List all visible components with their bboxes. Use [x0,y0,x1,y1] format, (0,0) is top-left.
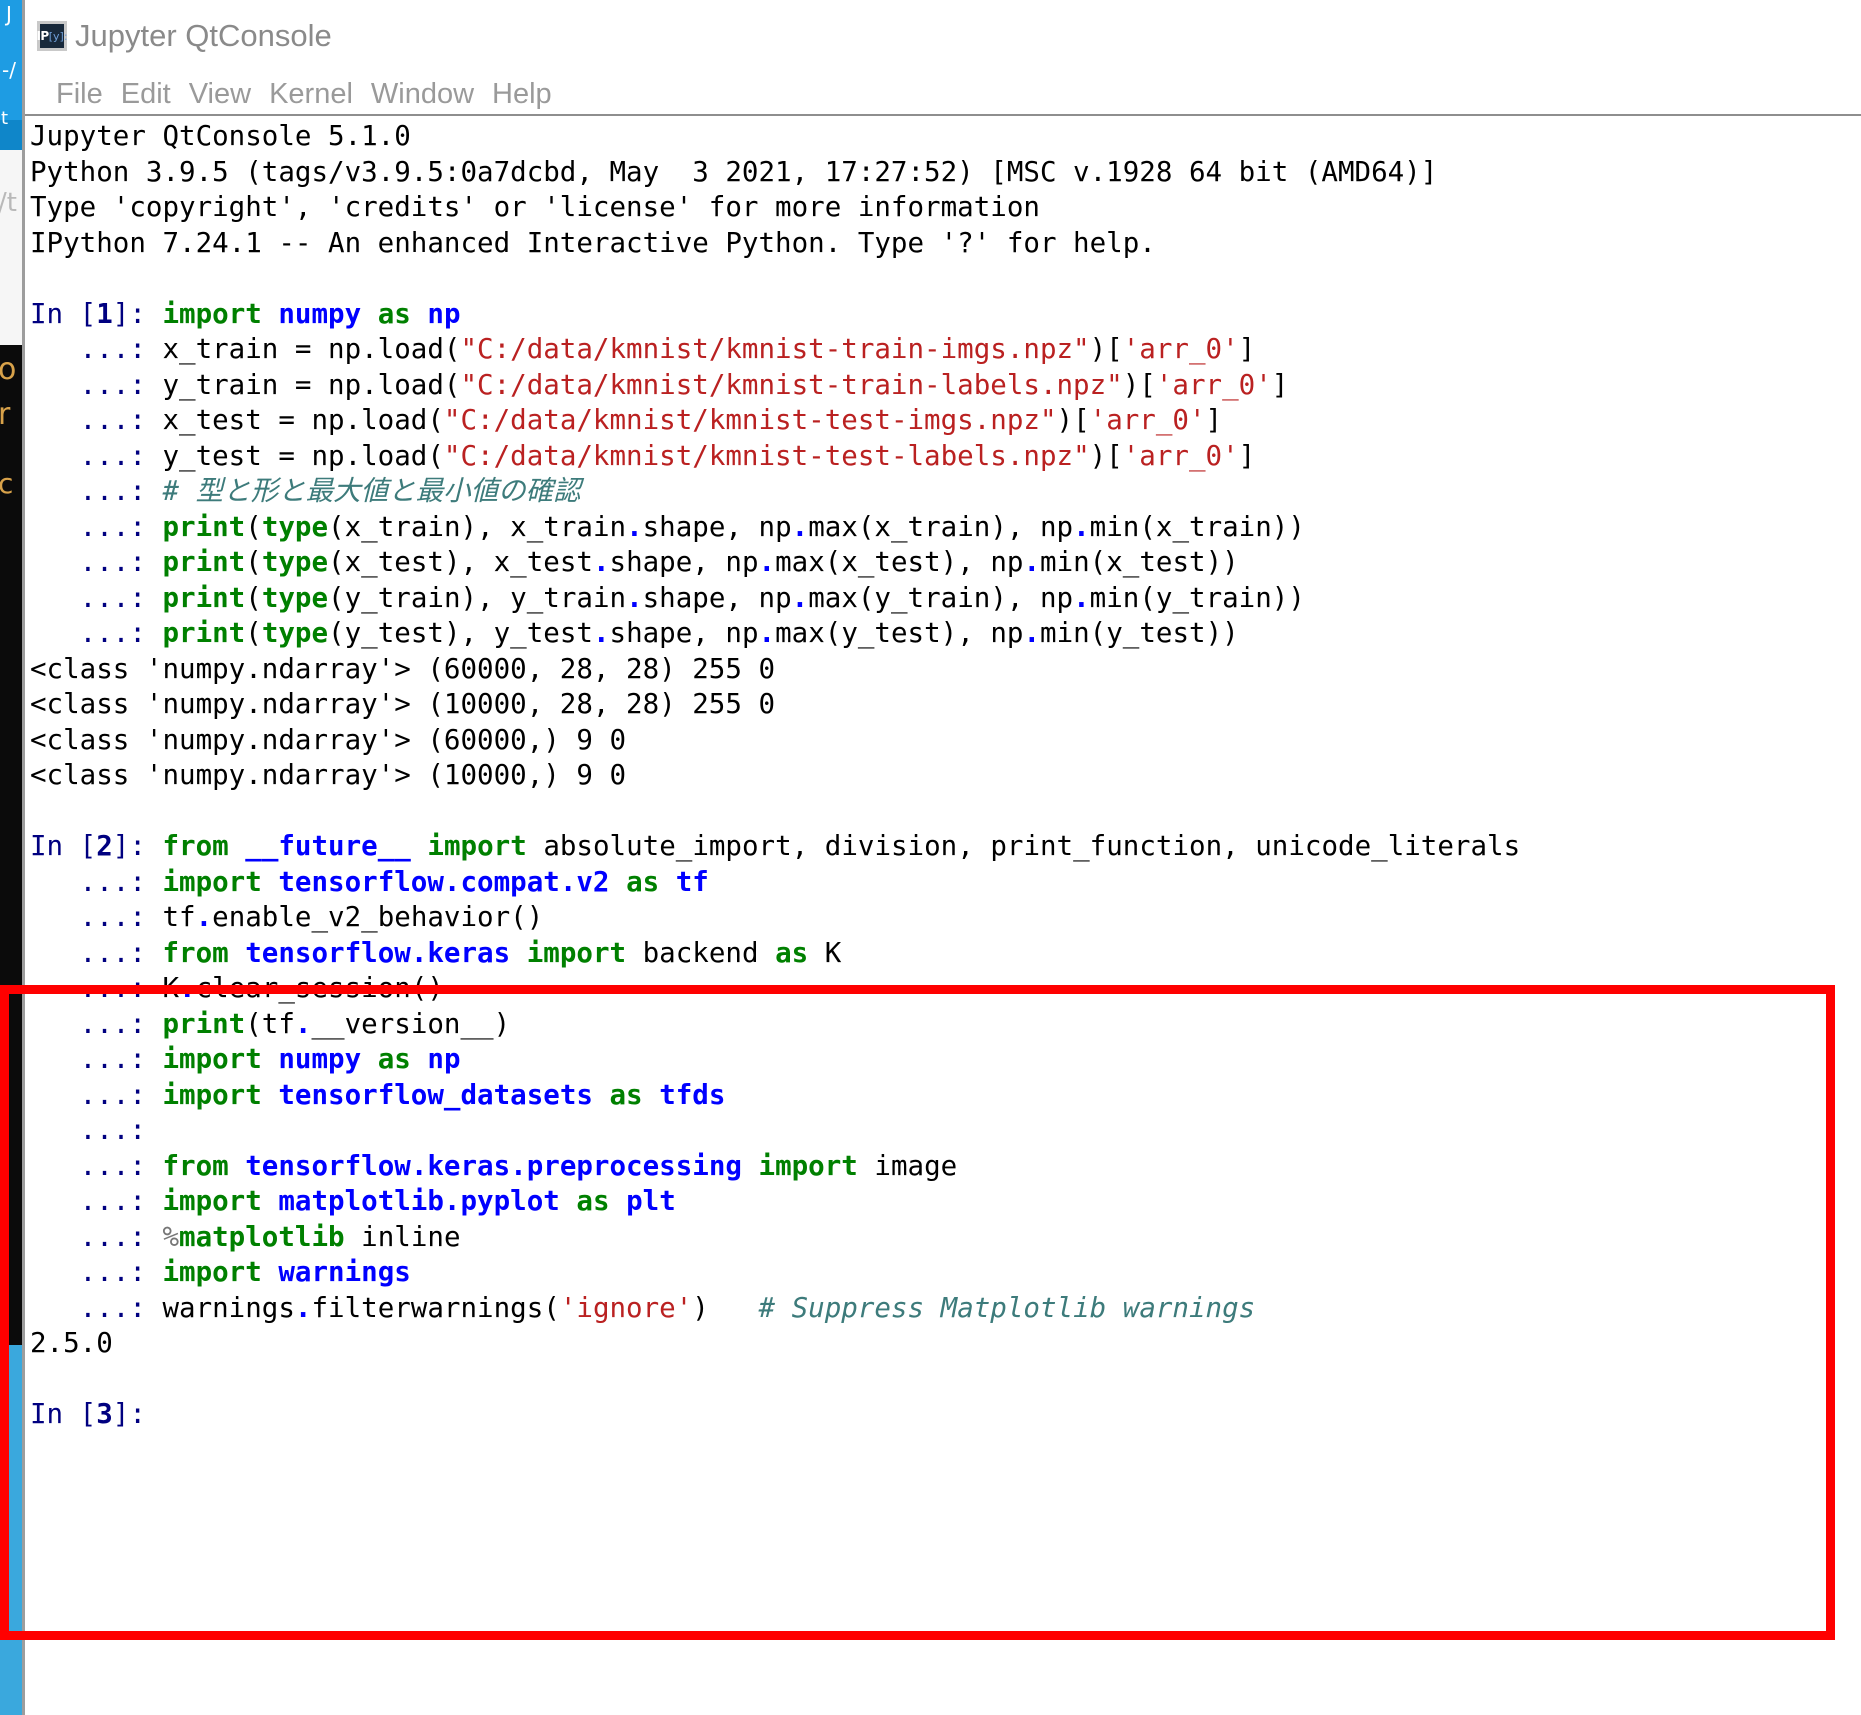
menubar: File Edit View Kernel Window Help [25,72,1861,116]
prompt-in-3: In [3]: [30,1398,146,1430]
input-cell-2-line: ...: import warnings [30,1256,411,1288]
input-cell-1-line: ...: print(type(y_test), y_test.shape, n… [30,617,1239,649]
input-cell-1-line: ...: print(type(x_test), x_test.shape, n… [30,546,1239,578]
output-line: <class 'numpy.ndarray'> (10000,) 9 0 [30,759,627,791]
menu-window[interactable]: Window [362,78,483,111]
logo-py-text: [y]: [48,29,68,43]
output-line: <class 'numpy.ndarray'> (10000, 28, 28) … [30,688,776,720]
input-cell-2-line: ...: K.clear_session() [30,972,444,1004]
input-cell-1-line: In [1]: import numpy as np [30,297,461,330]
prompt-in-2: In [2]: [30,830,163,862]
background-glyph: /t [0,188,17,218]
background-toolbar [0,150,22,345]
console-transcript[interactable]: Jupyter QtConsole 5.1.0 Python 3.9.5 (ta… [30,119,1861,1715]
output-line: <class 'numpy.ndarray'> (60000, 28, 28) … [30,652,776,685]
output-line: 2.5.0 [30,1327,113,1359]
background-glyph: t [1,108,9,129]
banner-line: Jupyter QtConsole 5.1.0 [30,120,411,152]
input-cell-2-line: In [2]: from __future__ import absolute_… [30,830,1521,862]
background-window-sliver[interactable]: J -/ t /t o r c [0,0,22,1715]
input-cell-1-line: ...: y_train = np.load("C:/data/kmnist/k… [30,368,1289,401]
jupyter-qtconsole-window: IP [y]: Jupyter QtConsole File Edit View … [22,0,1861,1715]
input-cell-2-line: ...: import tensorflow.compat.v2 as tf [30,865,709,898]
window-left-border [22,0,25,1715]
input-cell-1-line: ...: x_test = np.load("C:/data/kmnist/km… [30,404,1223,436]
background-glyph: o [0,352,17,387]
input-cell-1-line: ...: print(type(x_train), x_train.shape,… [30,510,1305,543]
inline-comment: # Suppress Matplotlib warnings [758,1291,1256,1324]
input-cell-1-line: ...: y_test = np.load("C:/data/kmnist/km… [30,439,1256,472]
input-cell-1-line: ...: x_train = np.load("C:/data/kmnist/k… [30,333,1256,365]
input-cell-2-line: ...: import tensorflow_datasets as tfds [30,1078,726,1111]
background-glyph: -/ [2,58,16,82]
background-glyph: J [6,2,12,26]
window-title: Jupyter QtConsole [75,18,332,53]
input-cell-2-line: ...: %matplotlib inline [30,1220,461,1253]
japanese-comment: # 型と形と最大値と最小値の確認 [162,475,581,507]
banner-line: IPython 7.24.1 -- An enhanced Interactiv… [30,226,1156,259]
output-line: <class 'numpy.ndarray'> (60000,) 9 0 [30,723,627,756]
input-cell-1-line: ...: print(type(y_train), y_train.shape,… [30,581,1305,614]
input-cell-2-line: ...: from tensorflow.keras import backen… [30,936,842,969]
prompt-in-1: In [1]: [30,297,163,330]
background-glyph: c [0,467,14,500]
menu-edit[interactable]: Edit [112,78,180,111]
input-cell-2-line: ...: tf.enable_v2_behavior() [30,901,544,933]
input-cell-1-comment: ...: # 型と形と最大値と最小値の確認 [30,475,581,507]
ipython-logo-icon: IP [y]: [36,21,68,51]
titlebar[interactable]: IP [y]: Jupyter QtConsole [25,0,1861,72]
menubar-separator [25,114,1861,116]
input-cell-2-line: ...: import matplotlib.pyplot as plt [30,1185,676,1217]
background-editor-footer [0,1345,22,1715]
input-cell-2-line: ...: [30,1114,163,1146]
input-cell-2-line: ...: import numpy as np [30,1043,461,1075]
logo-ip-text: IP [36,29,49,43]
menu-kernel[interactable]: Kernel [260,78,362,111]
input-cell-2-line: ...: from tensorflow.keras.preprocessing… [30,1149,958,1182]
menu-view[interactable]: View [180,78,260,111]
banner-line: Type 'copyright', 'credits' or 'license'… [30,191,1040,223]
input-cell-3-line[interactable]: In [3]: [30,1397,1861,1433]
menu-help[interactable]: Help [483,78,561,111]
input-cell-2-line: ...: print(tf.__version__) [30,1007,511,1040]
input-cell-2-line: ...: warnings.filterwarnings('ignore') #… [30,1291,1256,1324]
banner-line: Python 3.9.5 (tags/v3.9.5:0a7dcbd, May 3… [30,155,1438,188]
menu-file[interactable]: File [47,78,112,111]
background-glyph: r [0,397,11,432]
